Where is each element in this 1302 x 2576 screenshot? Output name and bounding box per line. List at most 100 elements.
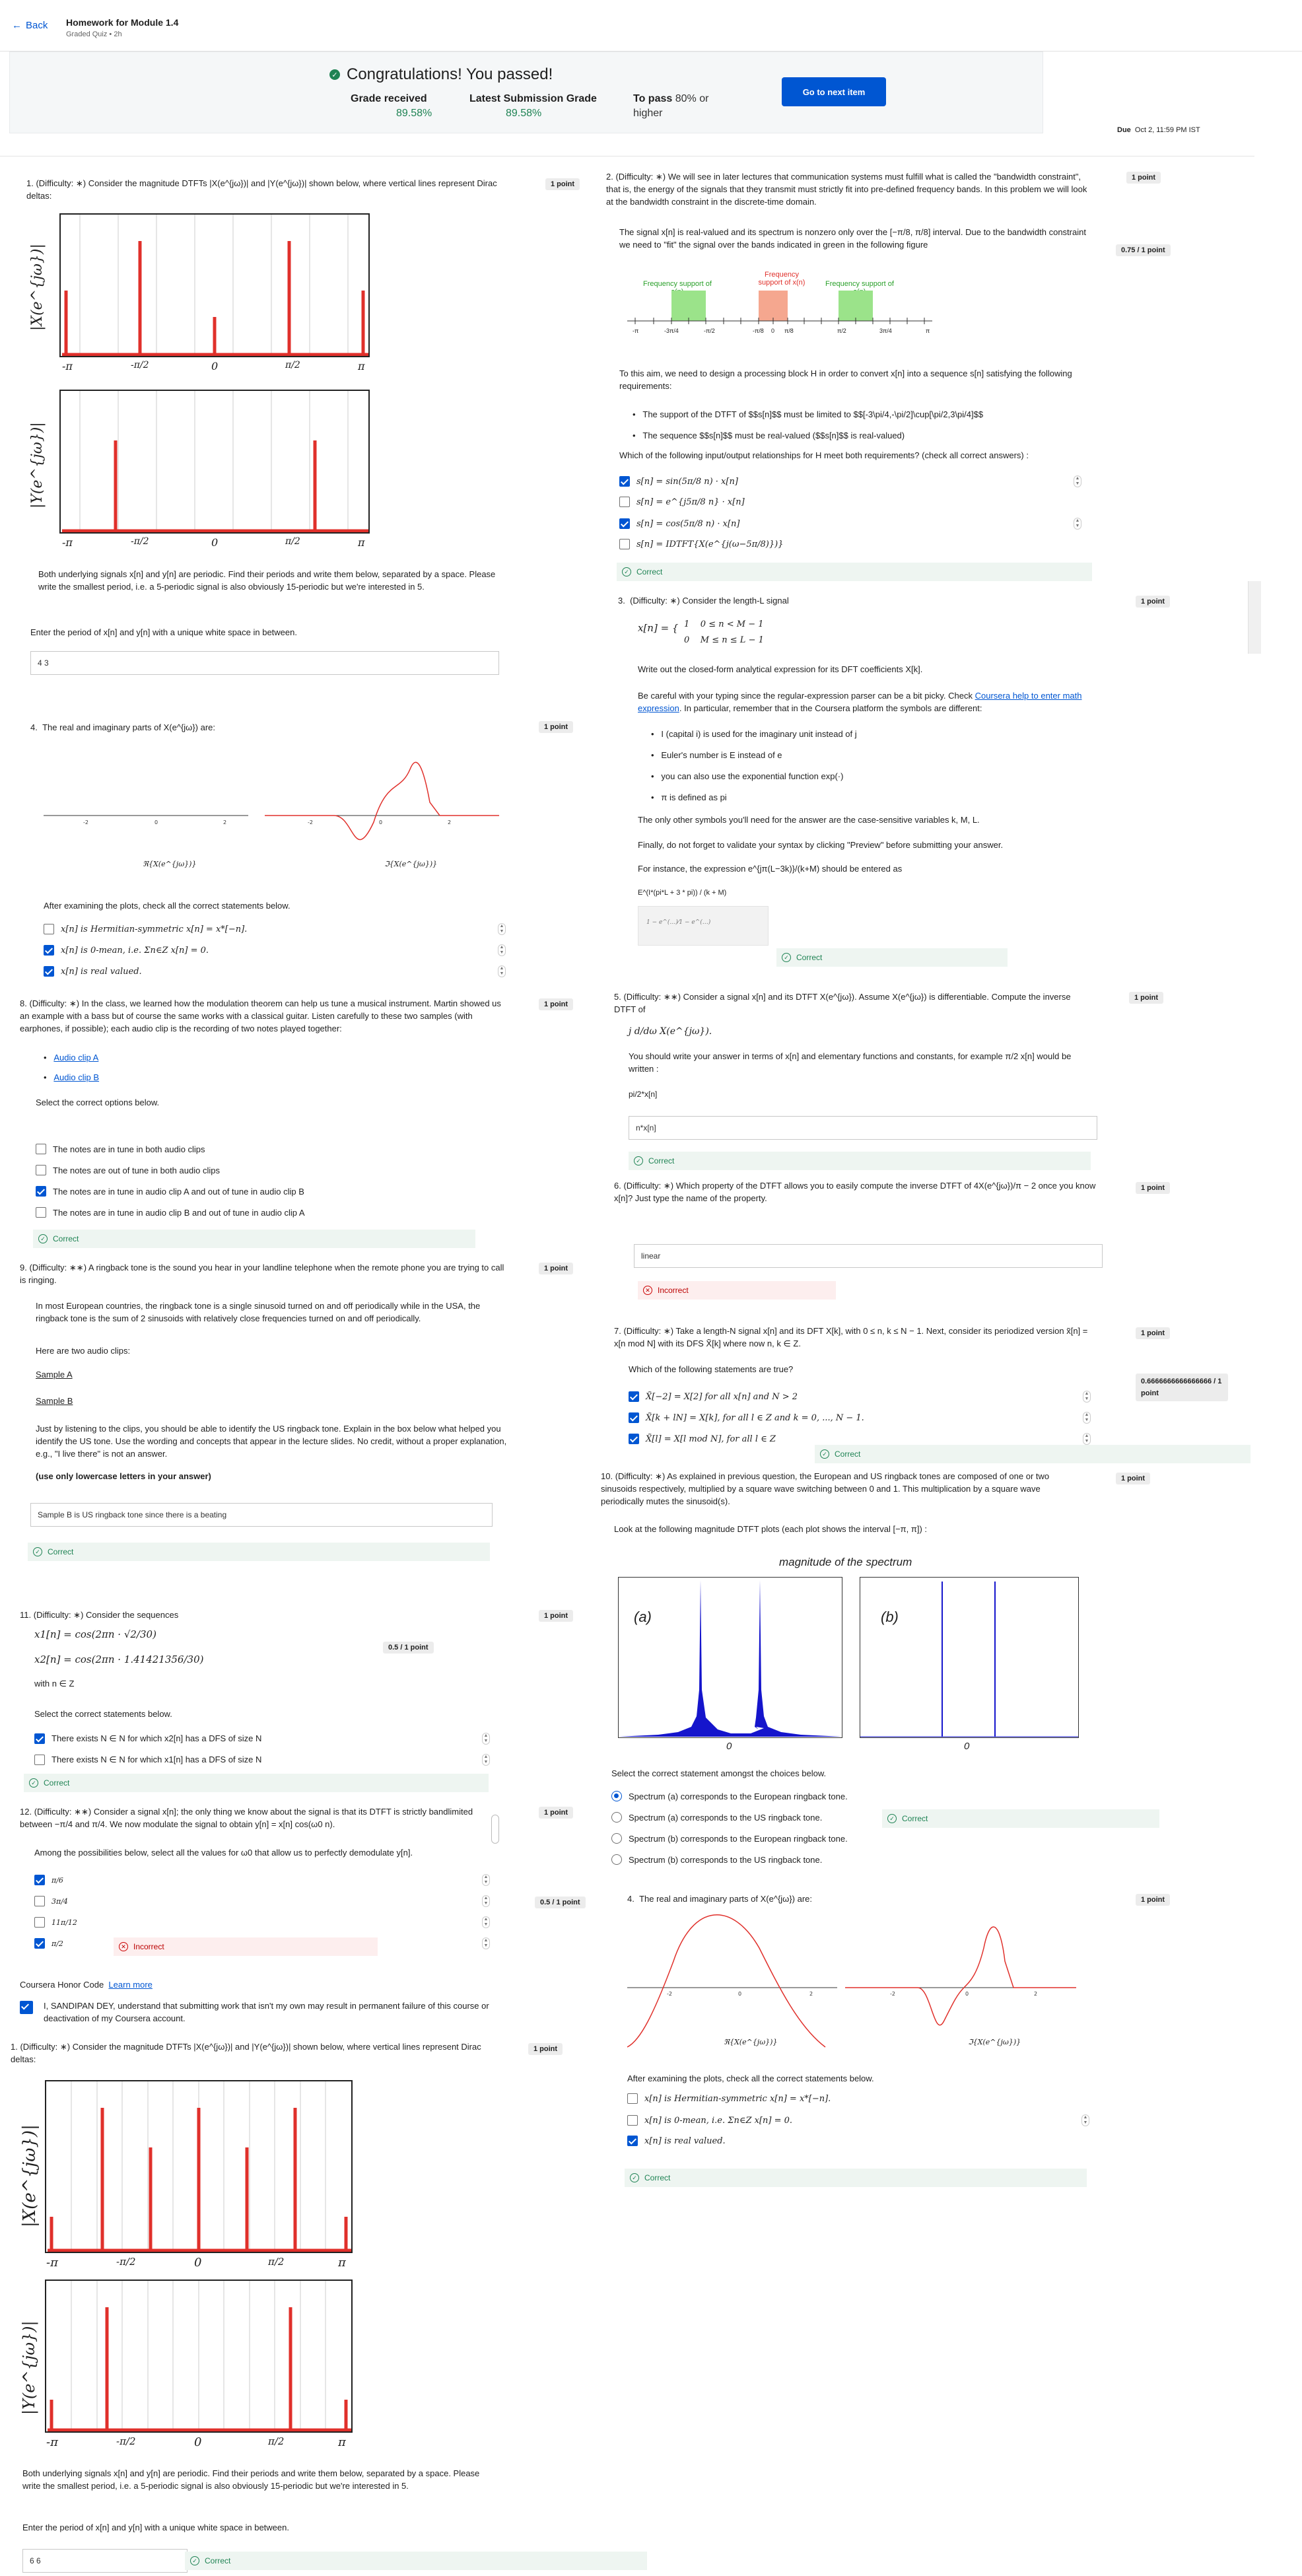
checkbox-checked[interactable]	[34, 1875, 45, 1885]
option[interactable]: x[n] is real valued. ▲ ▼	[44, 965, 506, 977]
option[interactable]: There exists N ∈ N for which x2[n] has a…	[34, 1733, 490, 1745]
checkbox[interactable]	[34, 1755, 45, 1765]
checkbox[interactable]	[36, 1207, 46, 1218]
option[interactable]: Spectrum (b) corresponds to the European…	[611, 1833, 848, 1844]
checkbox[interactable]	[34, 1896, 45, 1906]
option[interactable]: The notes are out of tune in both audio …	[36, 1165, 220, 1175]
option[interactable]: x[n] is 0-mean, i.e. Σn∈Z x[n] = 0. ▲ ▼	[627, 2114, 1089, 2126]
back-label: Back	[26, 20, 48, 31]
stepper-icon[interactable]: ▲ ▼	[482, 1754, 490, 1766]
checkbox[interactable]	[34, 1917, 45, 1928]
option[interactable]: X̃[−2] = X[2] for all x[n] and N > 2 ▲ ▼	[629, 1391, 1091, 1403]
audio-link-b[interactable]: • Audio clip B	[44, 1071, 99, 1084]
answer-input[interactable]: 6 6	[22, 2549, 188, 2573]
stepper-icon[interactable]: ▲ ▼	[1083, 1412, 1091, 1424]
stepper-icon[interactable]: ▲ ▼	[1074, 518, 1081, 530]
answer-input[interactable]: linear	[634, 1244, 1103, 1268]
option[interactable]: x[n] is 0-mean, i.e. Σn∈Z x[n] = 0. ▲ ▼	[44, 944, 506, 956]
question-3-p5: Finally, do not forget to validate your …	[638, 840, 1004, 850]
option[interactable]: Spectrum (a) corresponds to the European…	[611, 1791, 848, 1801]
sample-a-link[interactable]: Sample A	[36, 1368, 73, 1381]
stepper-icon[interactable]: ▲ ▼	[482, 1895, 490, 1907]
stepper-icon[interactable]: ▲ ▼	[1074, 475, 1081, 487]
audio-link-a[interactable]: • Audio clip A	[44, 1051, 98, 1064]
back-link[interactable]: ← Back	[12, 20, 48, 31]
scrollbar[interactable]	[491, 1815, 499, 1844]
next-item-button[interactable]: Go to next item	[782, 77, 886, 106]
stepper-icon[interactable]: ▲ ▼	[498, 944, 506, 956]
feedback-correct: ✓ Correct	[185, 2552, 647, 2570]
points-badge: 1 point	[1136, 1182, 1171, 1194]
tick-zero: 0	[194, 2256, 202, 2270]
stepper-icon[interactable]: ▲ ▼	[1083, 1391, 1091, 1403]
checkbox[interactable]	[36, 1165, 46, 1175]
tick-pi: π	[358, 536, 365, 549]
checkbox-checked[interactable]	[627, 2136, 638, 2146]
radio[interactable]	[611, 1833, 622, 1844]
option[interactable]: The notes are in tune in audio clip A an…	[36, 1186, 304, 1197]
option[interactable]: The notes are in tune in audio clip B an…	[36, 1207, 305, 1218]
answer-input[interactable]: 4 3	[30, 651, 499, 675]
svg-text:0: 0	[965, 1991, 969, 1997]
option[interactable]: X̃[l] = X[l mod N], for all l ∈ Z ▲ ▼	[629, 1433, 1091, 1445]
checkbox-checked[interactable]	[629, 1412, 639, 1423]
feedback-text: Correct	[902, 1814, 928, 1823]
checkbox[interactable]	[619, 539, 630, 549]
option[interactable]: π/6 ▲ ▼	[34, 1874, 490, 1886]
stepper-icon[interactable]: ▲ ▼	[482, 1916, 490, 1928]
checkbox-checked[interactable]	[44, 945, 54, 956]
checkbox[interactable]	[36, 1144, 46, 1154]
checkbox-checked[interactable]	[629, 1391, 639, 1402]
option[interactable]: 11π/12 ▲ ▼	[34, 1916, 490, 1928]
checkbox-checked[interactable]	[36, 1186, 46, 1197]
radio[interactable]	[611, 1854, 622, 1865]
checkbox-checked[interactable]	[619, 518, 630, 529]
answer-input[interactable]: n*x[n]	[629, 1116, 1097, 1140]
checkbox-checked[interactable]	[34, 1938, 45, 1949]
link-text[interactable]: Audio clip A	[53, 1053, 98, 1062]
sample-b-link[interactable]: Sample B	[36, 1395, 73, 1407]
option[interactable]: The notes are in tune in both audio clip…	[36, 1144, 205, 1154]
checkbox-checked[interactable]	[629, 1434, 639, 1444]
feedback-text: Correct	[205, 2556, 231, 2565]
stepper-icon[interactable]: ▲ ▼	[482, 1733, 490, 1745]
option[interactable]: Spectrum (b) corresponds to the US ringb…	[611, 1854, 822, 1865]
checkbox-checked[interactable]	[44, 966, 54, 977]
option[interactable]: x[n] is Hermitian-symmetric x[n] = x*[−n…	[627, 2093, 1089, 2104]
checkbox[interactable]	[619, 497, 630, 507]
option[interactable]: s[n] = cos(5π/8 n) · x[n] ▲ ▼	[619, 518, 1081, 530]
radio[interactable]	[611, 1812, 622, 1823]
option[interactable]: s[n] = e^{j5π/8 n} · x[n]	[619, 497, 1081, 507]
grade-label: Grade received	[351, 93, 427, 104]
points-badge: 1 point	[539, 1610, 574, 1622]
q-num: 11.	[20, 1610, 32, 1620]
checkbox[interactable]	[627, 2093, 638, 2104]
checkbox-checked[interactable]	[619, 476, 630, 487]
option[interactable]: x[n] is Hermitian-symmetric x[n] = x*[−n…	[44, 923, 506, 935]
scrollbar[interactable]	[1248, 581, 1261, 654]
stepper-icon[interactable]: ▲ ▼	[1083, 1433, 1091, 1445]
checkbox-checked[interactable]	[20, 2001, 33, 2014]
option[interactable]: There exists N ∈ N for which x1[n] has a…	[34, 1754, 490, 1766]
option[interactable]: s[n] = sin(5π/8 n) · x[n] ▲ ▼	[619, 475, 1081, 487]
checkbox-checked[interactable]	[34, 1733, 45, 1744]
learn-more-link[interactable]: Learn more	[108, 1980, 152, 1990]
checkbox[interactable]	[627, 2115, 638, 2126]
answer-input[interactable]: Sample B is US ringback tone since there…	[30, 1503, 493, 1527]
stepper-icon[interactable]: ▲ ▼	[1081, 2114, 1089, 2126]
option[interactable]: 3π/4 ▲ ▼	[34, 1895, 490, 1907]
x-icon: ✕	[119, 1942, 128, 1951]
link-text[interactable]: Audio clip B	[53, 1072, 99, 1082]
option[interactable]: Spectrum (a) corresponds to the US ringb…	[611, 1812, 822, 1823]
stepper-icon[interactable]: ▲ ▼	[498, 923, 506, 935]
stepper-icon[interactable]: ▲ ▼	[498, 965, 506, 977]
radio-selected[interactable]	[611, 1791, 622, 1801]
option[interactable]: s[n] = IDTFT{X(e^{j(ω−5π/8)})}	[619, 539, 1081, 549]
bullet: • The support of the DTFT of $$s[n]$$ mu…	[633, 409, 984, 419]
option[interactable]: X̃[k + lN] = X[k], for all l ∈ Z and k =…	[629, 1412, 1091, 1424]
stepper-icon[interactable]: ▲ ▼	[482, 1874, 490, 1886]
checkbox[interactable]	[44, 924, 54, 934]
option[interactable]: x[n] is real valued.	[627, 2136, 1089, 2146]
honor-checkbox[interactable]	[20, 2001, 33, 2016]
stepper-icon[interactable]: ▲ ▼	[482, 1937, 490, 1949]
